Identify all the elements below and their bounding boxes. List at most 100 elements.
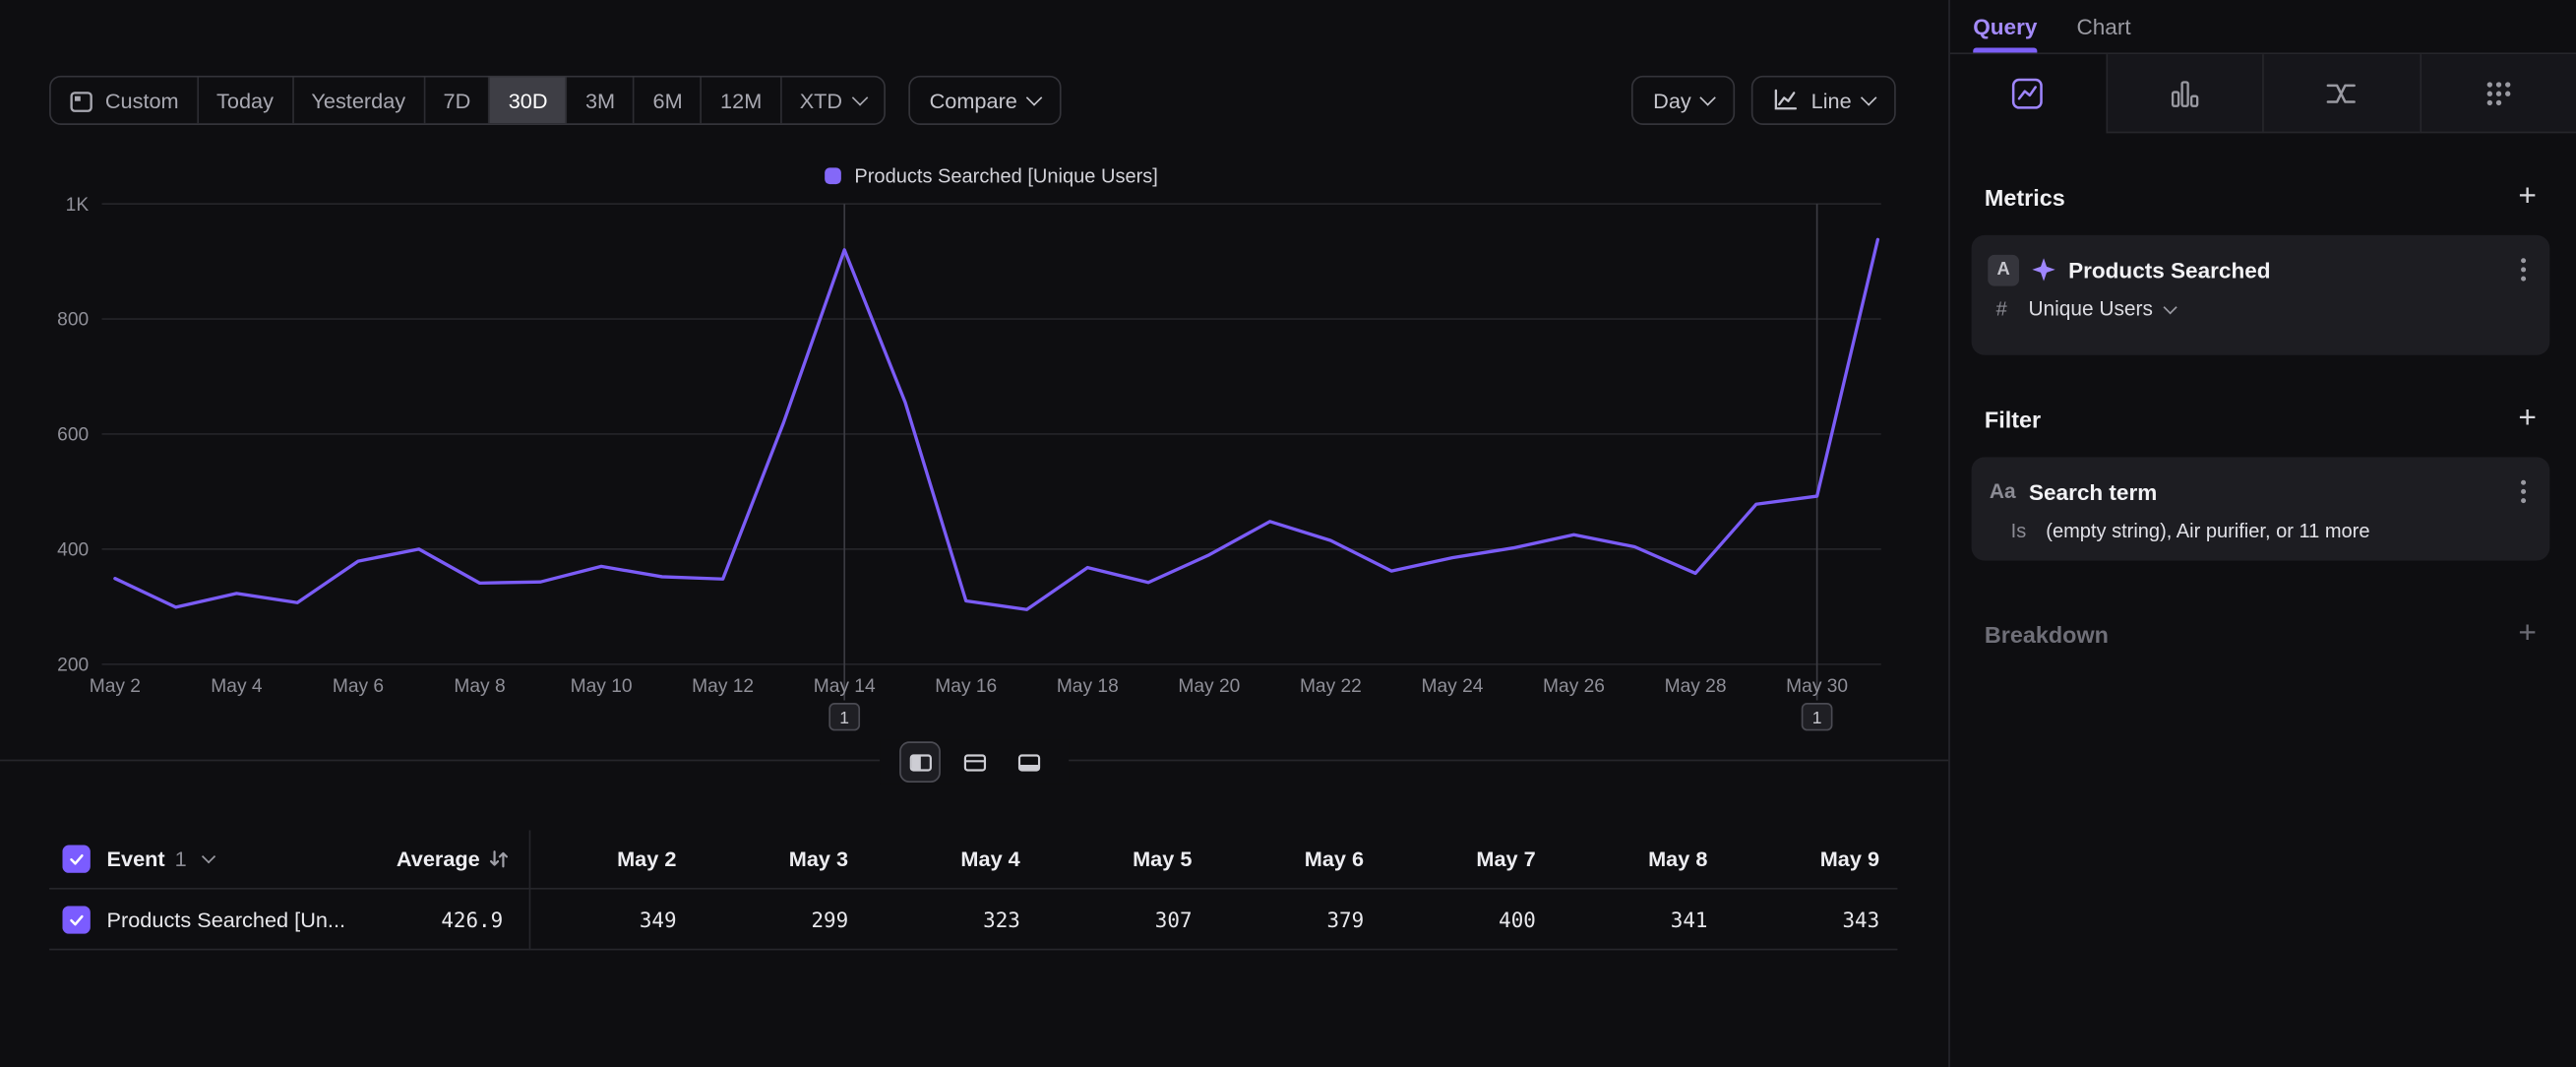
add-breakdown-button[interactable]: + <box>2518 620 2537 650</box>
svg-text:May 6: May 6 <box>333 676 384 697</box>
check-icon <box>67 910 85 927</box>
breakdown-heading: Breakdown <box>1985 621 2109 648</box>
row-checkbox[interactable] <box>62 905 90 932</box>
kebab-icon <box>2520 478 2527 505</box>
layout-chart-button[interactable] <box>1008 741 1049 783</box>
layout-split-icon <box>908 750 931 773</box>
filter-operator[interactable]: Is <box>2011 520 2027 542</box>
cell-value: 299 <box>695 907 867 931</box>
event-count: 1 <box>175 847 187 871</box>
svg-text:1: 1 <box>1812 708 1822 727</box>
filter-condition-row: Is (empty string), Air purifier, or 11 m… <box>1972 508 2550 562</box>
metric-card-row: A Products Searched <box>1972 235 2550 286</box>
flows-icon <box>2325 77 2358 109</box>
metrics-section-header: Metrics + <box>1950 181 2576 214</box>
average-header-cell[interactable]: Average <box>366 847 522 871</box>
aggregation-selector[interactable]: Unique Users <box>2028 297 2176 320</box>
table-header-row: Event 1 Average May 2 May 3 May 4 May 5 … <box>49 830 1897 889</box>
svg-text:May 26: May 26 <box>1543 676 1605 697</box>
filter-value[interactable]: (empty string), Air purifier, or 11 more <box>2046 520 2369 542</box>
metric-name: Products Searched <box>2068 257 2270 282</box>
metric-icon <box>2482 77 2514 109</box>
tab-chart[interactable]: Chart <box>2076 0 2130 52</box>
filter-card-row: Aa Search term <box>1972 457 2550 508</box>
table-column-divider <box>529 830 531 950</box>
cell-value: 307 <box>1038 907 1210 931</box>
svg-text:May 8: May 8 <box>454 676 505 697</box>
layout-table-icon <box>962 750 985 773</box>
sidebar-tabs: Query Chart <box>1950 0 2576 54</box>
event-header-cell[interactable]: Event 1 <box>62 846 366 873</box>
cell-value: 343 <box>1726 907 1898 931</box>
chevron-down-icon <box>2164 300 2177 314</box>
event-label: Event <box>107 847 165 871</box>
tab-query[interactable]: Query <box>1973 0 2037 52</box>
column-header[interactable]: May 5 <box>1038 847 1210 871</box>
filter-section-header: Filter + <box>1950 403 2576 435</box>
select-all-checkbox[interactable] <box>62 846 90 873</box>
column-header[interactable]: May 4 <box>866 847 1038 871</box>
add-metric-button[interactable]: + <box>2518 182 2537 212</box>
average-value: 426.9 <box>366 907 522 931</box>
tab-bar-chart[interactable] <box>2106 54 2262 133</box>
column-header[interactable]: May 7 <box>1381 847 1554 871</box>
breakdown-section-header: Breakdown + <box>1950 618 2576 651</box>
svg-text:600: 600 <box>57 425 89 446</box>
event-sparkle-icon <box>2032 258 2055 281</box>
column-header[interactable]: May 2 <box>522 847 695 871</box>
svg-text:200: 200 <box>57 655 89 675</box>
chart-type-strip <box>1950 54 2576 133</box>
chevron-down-icon <box>201 848 215 862</box>
layout-table-button[interactable] <box>953 741 995 783</box>
metric-card[interactable]: A Products Searched # Unique Users <box>1972 235 2550 355</box>
metrics-heading: Metrics <box>1985 184 2065 211</box>
svg-text:400: 400 <box>57 540 89 561</box>
svg-text:May 28: May 28 <box>1665 676 1727 697</box>
add-filter-button[interactable]: + <box>2518 405 2537 434</box>
svg-text:May 12: May 12 <box>692 676 754 697</box>
column-header[interactable]: May 3 <box>695 847 867 871</box>
svg-text:May 4: May 4 <box>211 676 263 697</box>
filter-heading: Filter <box>1985 407 2041 433</box>
results-table: Event 1 Average May 2 May 3 May 4 May 5 … <box>49 830 1897 950</box>
metric-aggregation-row: # Unique Users <box>1972 286 2550 341</box>
svg-text:May 20: May 20 <box>1178 676 1240 697</box>
text-property-icon: Aa <box>1990 480 2016 503</box>
column-header[interactable]: May 6 <box>1210 847 1382 871</box>
svg-text:1K: 1K <box>66 195 90 216</box>
cell-value: 379 <box>1210 907 1382 931</box>
filter-property-name: Search term <box>2029 479 2157 504</box>
cell-value: 341 <box>1554 907 1726 931</box>
sort-icon[interactable] <box>488 848 510 870</box>
filter-card[interactable]: Aa Search term Is (empty string), Air pu… <box>1972 457 2550 560</box>
svg-text:May 14: May 14 <box>814 676 876 697</box>
svg-text:1: 1 <box>839 708 849 727</box>
aggregation-label: Unique Users <box>2028 297 2152 320</box>
svg-text:May 24: May 24 <box>1422 676 1484 697</box>
svg-text:May 30: May 30 <box>1786 676 1848 697</box>
metric-menu-button[interactable] <box>2517 253 2530 285</box>
series-name: Products Searched [Un... <box>107 907 346 931</box>
view-toggle <box>880 740 1069 785</box>
tab-flows-chart[interactable] <box>2262 54 2419 133</box>
svg-text:May 22: May 22 <box>1300 676 1362 697</box>
average-label: Average <box>397 847 480 871</box>
main-panel: Custom Today Yesterday 7D 30D 3M 6M 12M … <box>0 0 1948 1067</box>
check-icon <box>67 850 85 868</box>
column-header[interactable]: May 9 <box>1726 847 1898 871</box>
analytics-app: Custom Today Yesterday 7D 30D 3M 6M 12M … <box>0 0 2576 1067</box>
line-chart[interactable]: 1K80060040020011May 2May 4May 6May 8May … <box>0 0 1948 740</box>
series-name-cell: Products Searched [Un... <box>62 905 366 932</box>
svg-text:May 16: May 16 <box>935 676 997 697</box>
metric-letter-badge: A <box>1988 254 2019 285</box>
tab-line-chart[interactable] <box>1950 54 2106 133</box>
layout-split-button[interactable] <box>899 741 941 783</box>
table-row[interactable]: Products Searched [Un... 426.9 349 299 3… <box>49 890 1897 951</box>
svg-text:May 18: May 18 <box>1057 676 1119 697</box>
column-header[interactable]: May 8 <box>1554 847 1726 871</box>
cell-value: 400 <box>1382 907 1555 931</box>
layout-chart-icon <box>1017 750 1040 773</box>
tab-metric-chart[interactable] <box>2420 54 2576 133</box>
filter-menu-button[interactable] <box>2517 475 2530 508</box>
cell-value: 349 <box>522 907 695 931</box>
